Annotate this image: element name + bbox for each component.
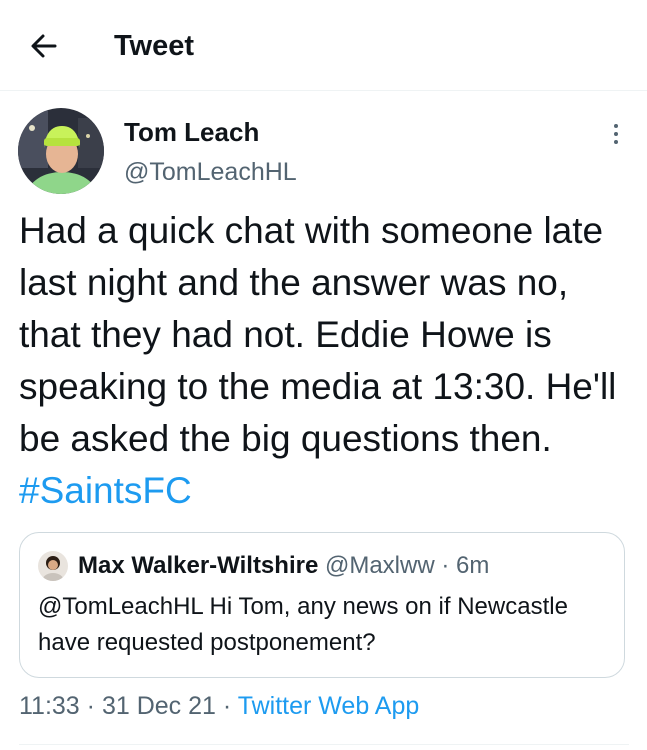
- divider: [19, 744, 629, 745]
- quote-author-name: Max Walker-Wiltshire: [78, 552, 319, 579]
- meta-separator: ·: [86, 692, 95, 720]
- avatar-image: [18, 108, 104, 194]
- quote-time: 6m: [456, 552, 490, 579]
- quoted-tweet[interactable]: Max Walker-Wiltshire @Maxlww · 6m @TomLe…: [19, 532, 625, 678]
- author-avatar[interactable]: [18, 108, 104, 194]
- tweet-text: Had a quick chat with someone late last …: [19, 210, 617, 459]
- tweet-source-link[interactable]: Twitter Web App: [238, 692, 420, 720]
- quote-separator: ·: [441, 552, 450, 579]
- quote-author-handle: @Maxlww: [324, 552, 435, 579]
- tweet-metadata: 11:33 · 31 Dec 21 · Twitter Web App: [19, 688, 419, 724]
- hashtag-link[interactable]: #SaintsFC: [19, 470, 192, 511]
- tweet-body: Had a quick chat with someone late last …: [19, 205, 634, 517]
- vertical-ellipsis-icon: [614, 124, 618, 144]
- author-name[interactable]: Tom Leach: [124, 115, 259, 149]
- quote-author-avatar: [38, 551, 68, 581]
- arrow-left-icon: [31, 34, 57, 58]
- more-options-button[interactable]: [604, 121, 628, 147]
- tweet-time[interactable]: 11:33: [19, 692, 80, 720]
- quote-header: Max Walker-Wiltshire @Maxlww · 6m: [78, 550, 489, 582]
- back-button[interactable]: [26, 28, 62, 64]
- tweet-header: Tweet: [0, 0, 647, 91]
- quote-text: @TomLeachHL Hi Tom, any news on if Newca…: [38, 593, 568, 656]
- tweet-date[interactable]: 31 Dec 21: [102, 692, 216, 720]
- page-title: Tweet: [114, 30, 195, 62]
- author-handle[interactable]: @TomLeachHL: [124, 156, 297, 188]
- avatar-image: [38, 551, 68, 581]
- meta-separator: ·: [222, 692, 232, 720]
